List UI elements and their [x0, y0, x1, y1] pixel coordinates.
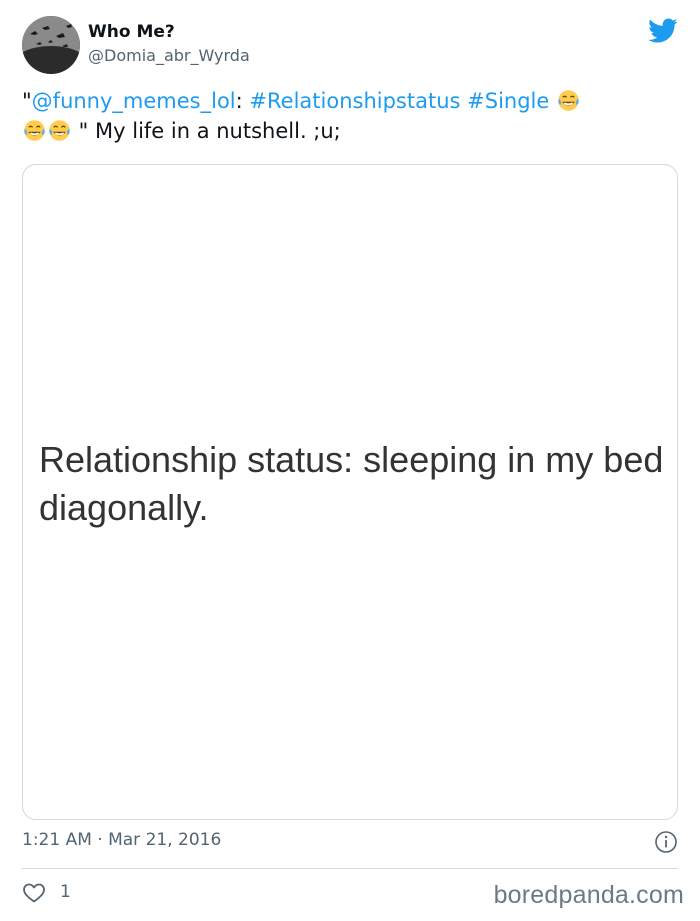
laughing-emoji-icon: [24, 120, 45, 141]
tweet-card: Who Me? @Domia_abr_Wyrda "@funny_memes_l…: [0, 0, 700, 921]
media-caption-text: Relationship status: sleeping in my bed …: [39, 439, 664, 528]
laughing-emoji-icon: [558, 90, 579, 111]
tweet-text: "@funny_memes_lol: #Relationshipstatus #…: [22, 86, 678, 146]
hashtag-relationshipstatus[interactable]: #Relationshipstatus: [249, 89, 460, 113]
user-handle[interactable]: @Domia_abr_Wyrda: [88, 46, 250, 65]
laughing-emoji-icon: [49, 120, 70, 141]
display-name[interactable]: Who Me?: [88, 22, 175, 42]
open-quote: ": [22, 89, 32, 113]
tweet-media-image[interactable]: Relationship status: sleeping in my bed …: [22, 164, 678, 820]
twitter-bird-icon[interactable]: [648, 18, 678, 44]
mention-link[interactable]: @funny_memes_lol: [32, 89, 236, 113]
text-tail: " My life in a nutshell. ;u;: [72, 119, 341, 143]
tweet-timestamp[interactable]: 1:21 AM · Mar 21, 2016: [22, 830, 221, 850]
like-count: 1: [60, 882, 71, 902]
hashtag-single[interactable]: #Single: [467, 89, 549, 113]
text-colon: :: [235, 89, 250, 113]
avatar[interactable]: [22, 16, 80, 74]
divider: [22, 868, 678, 869]
heart-icon[interactable]: [22, 881, 46, 905]
watermark: boredpanda.com: [493, 881, 684, 909]
info-icon[interactable]: [654, 830, 678, 854]
